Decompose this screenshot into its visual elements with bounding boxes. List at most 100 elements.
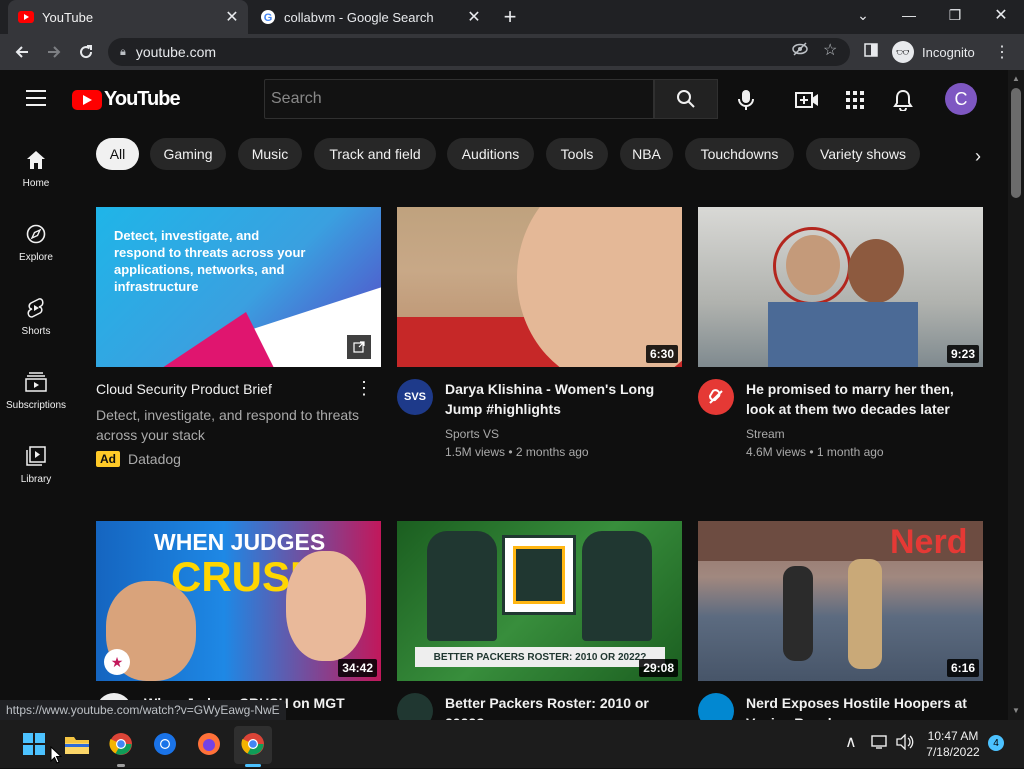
video-thumbnail[interactable]: BETTER PACKERS ROSTER: 2010 OR 2022? 29:… xyxy=(397,521,682,681)
video-thumbnail[interactable]: 9:23 xyxy=(698,207,983,367)
chrome-beta-icon[interactable] xyxy=(151,730,179,758)
close-tab-icon[interactable]: ✕ xyxy=(222,7,242,27)
pack-a-day-logo xyxy=(502,535,576,615)
video-title[interactable]: He promised to marry her then, look at t… xyxy=(746,379,983,419)
video-card[interactable]: Nerd 6:16 Nerd Exposes Hostile Hoopers a… xyxy=(698,521,983,733)
video-title[interactable]: Darya Klishina - Women's Long Jump #high… xyxy=(445,379,682,419)
sidebar-item-shorts[interactable]: Shorts xyxy=(0,276,72,350)
network-icon[interactable] xyxy=(871,734,889,753)
channel-avatar[interactable]: SVS xyxy=(397,379,433,415)
chip-gaming[interactable]: Gaming xyxy=(150,138,226,170)
running-indicator xyxy=(117,764,125,767)
close-window-button[interactable]: ✕ xyxy=(978,0,1024,30)
scroll-down-icon[interactable]: ▼ xyxy=(1011,706,1021,716)
player-shape xyxy=(783,566,813,661)
restore-button[interactable]: ❐ xyxy=(932,0,978,30)
video-thumbnail[interactable]: Nerd 6:16 xyxy=(698,521,983,681)
tracking-blocked-icon[interactable] xyxy=(792,42,808,59)
channel-name[interactable]: Sports VS xyxy=(445,425,682,443)
video-thumbnail[interactable]: 6:30 xyxy=(397,207,682,367)
ad-card[interactable]: Detect, investigate, and respond to thre… xyxy=(96,207,381,467)
video-card[interactable]: 6:30 SVS Darya Klishina - Women's Long J… xyxy=(397,207,682,461)
ad-thumbnail[interactable]: Detect, investigate, and respond to thre… xyxy=(96,207,381,367)
video-card[interactable]: BETTER PACKERS ROSTER: 2010 OR 2022? 29:… xyxy=(397,521,682,733)
chip-auditions[interactable]: Auditions xyxy=(447,138,534,170)
address-bar[interactable]: 🔒︎ youtube.com xyxy=(108,38,850,66)
menu-icon[interactable] xyxy=(26,90,46,106)
sidebar-item-home[interactable]: Home xyxy=(0,128,72,202)
video-thumbnail[interactable]: WHEN JUDGES CRUSH ★ 34:42 xyxy=(96,521,381,681)
ad-advertiser[interactable]: Datadog xyxy=(128,451,181,467)
sidebar-item-label: Library xyxy=(20,474,52,485)
channel-name[interactable]: Stream xyxy=(746,425,983,443)
ad-thumb-text: Detect, investigate, and respond to thre… xyxy=(114,228,306,294)
chip-track-and-field[interactable]: Track and field xyxy=(314,138,436,170)
link-status-bubble: https://www.youtube.com/watch?v=GWyEawg-… xyxy=(0,700,286,720)
forward-button[interactable] xyxy=(42,40,66,64)
windows-start-icon[interactable] xyxy=(20,730,48,758)
volume-icon[interactable] xyxy=(896,733,914,753)
minimize-button[interactable]: — xyxy=(886,0,932,30)
chip-variety-shows[interactable]: Variety shows xyxy=(806,138,920,170)
sidebar-item-explore[interactable]: Explore xyxy=(0,202,72,276)
system-clock[interactable]: 10:47 AM 7/18/2022 xyxy=(918,728,988,760)
show-hidden-icons-chevron-icon[interactable]: ∧ xyxy=(845,732,857,752)
chip-music[interactable]: Music xyxy=(238,138,302,170)
ad-triangle-graphic xyxy=(156,312,276,367)
reload-button[interactable] xyxy=(74,40,98,64)
open-external-icon[interactable] xyxy=(347,335,371,359)
thumbnail-face-shape xyxy=(517,207,682,367)
chrome-icon[interactable] xyxy=(107,730,135,758)
channel-avatar[interactable] xyxy=(698,379,734,415)
url-text: youtube.com xyxy=(135,44,217,60)
notification-count-badge[interactable]: 4 xyxy=(988,735,1004,751)
search-input[interactable]: Search xyxy=(264,79,654,119)
more-actions-icon[interactable]: ⋮ xyxy=(355,379,373,397)
close-tab-icon[interactable]: ✕ xyxy=(464,7,484,27)
active-indicator xyxy=(245,764,261,767)
file-explorer-icon[interactable] xyxy=(63,730,91,758)
lock-icon: 🔒︎ xyxy=(120,45,126,58)
ad-title[interactable]: Cloud Security Product Brief xyxy=(96,379,381,399)
thumb-banner-text: BETTER PACKERS ROSTER: 2010 OR 2022? xyxy=(415,647,665,667)
windows-taskbar: ∧ 10:47 AM 7/18/2022 4 xyxy=(0,720,1024,768)
thumbnail-face-shape xyxy=(848,239,904,303)
tab-google-search[interactable]: G collabvm - Google Search ✕ xyxy=(250,0,490,34)
scroll-up-icon[interactable]: ▲ xyxy=(1011,74,1021,84)
side-panel-icon[interactable] xyxy=(864,43,878,60)
compass-icon xyxy=(24,222,48,246)
search-button[interactable] xyxy=(654,79,718,119)
notifications-bell-icon[interactable] xyxy=(891,88,915,112)
back-button[interactable] xyxy=(10,40,34,64)
create-video-icon[interactable] xyxy=(795,88,819,112)
ad-description: Detect, investigate, and respond to thre… xyxy=(96,407,360,443)
youtube-play-icon xyxy=(72,89,102,110)
microphone-icon[interactable] xyxy=(734,88,758,112)
bookmark-star-icon[interactable]: ☆ xyxy=(823,40,837,60)
youtube-logo[interactable]: YouTube xyxy=(72,88,181,111)
page-scrollbar[interactable]: ▲ ▼ xyxy=(1008,70,1024,720)
new-tab-button[interactable]: + xyxy=(498,4,522,29)
sidebar-item-library[interactable]: Library xyxy=(0,424,72,498)
chrome-menu-icon[interactable]: ⋮ xyxy=(990,40,1014,64)
apps-grid-icon[interactable] xyxy=(843,88,867,112)
chrome-active-icon[interactable] xyxy=(239,730,267,758)
chip-nba[interactable]: NBA xyxy=(620,138,673,170)
clock-date: 7/18/2022 xyxy=(926,745,980,759)
video-duration: 6:16 xyxy=(946,659,979,677)
video-card[interactable]: 9:23 He promised to marry her then, look… xyxy=(698,207,983,461)
scrollbar-thumb[interactable] xyxy=(1011,88,1021,198)
account-avatar[interactable]: C xyxy=(945,83,977,115)
chip-tools[interactable]: Tools xyxy=(546,138,608,170)
search-icon xyxy=(677,90,695,108)
firefox-icon[interactable] xyxy=(195,730,223,758)
tab-youtube[interactable]: YouTube ✕ xyxy=(8,0,248,34)
incognito-profile-button[interactable]: 👓︎ Incognito xyxy=(892,39,984,65)
video-card[interactable]: WHEN JUDGES CRUSH ★ 34:42 When Judges CR… xyxy=(96,521,381,729)
chevron-right-icon[interactable]: › xyxy=(960,138,996,174)
chip-touchdowns[interactable]: Touchdowns xyxy=(685,138,794,170)
chip-all[interactable]: All xyxy=(96,138,139,170)
tab-search-icon[interactable]: ⌄ xyxy=(840,0,886,30)
sidebar-item-subscriptions[interactable]: Subscriptions xyxy=(0,350,72,424)
video-duration: 6:30 xyxy=(645,345,678,363)
